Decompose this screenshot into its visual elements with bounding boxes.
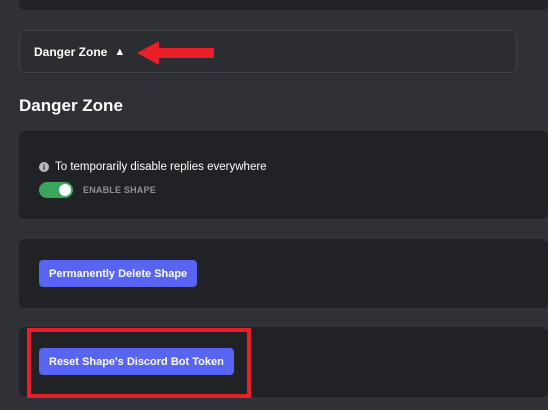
disable-info-row: i To temporarily disable replies everywh… bbox=[39, 161, 267, 173]
toggle-knob bbox=[59, 184, 71, 196]
disable-shape-card: i To temporarily disable replies everywh… bbox=[19, 131, 548, 219]
info-icon: i bbox=[39, 162, 49, 172]
enable-shape-toggle[interactable] bbox=[39, 182, 73, 198]
delete-shape-card: Permanently Delete Shape bbox=[19, 239, 548, 308]
annotation-highlight-box bbox=[27, 328, 251, 398]
previous-settings-card bbox=[19, 0, 548, 10]
disable-info-text: To temporarily disable replies everywher… bbox=[55, 161, 267, 173]
enable-shape-label: ENABLE SHAPE bbox=[83, 185, 156, 195]
section-title: Danger Zone bbox=[19, 96, 123, 115]
danger-zone-toggle[interactable]: Danger Zone ▲ bbox=[19, 30, 517, 73]
danger-zone-toggle-label: Danger Zone bbox=[34, 44, 108, 59]
caret-up-icon: ▲ bbox=[114, 45, 126, 58]
annotation-arrow-icon bbox=[137, 41, 214, 65]
enable-shape-row: ENABLE SHAPE bbox=[39, 182, 156, 198]
permanently-delete-shape-button[interactable]: Permanently Delete Shape bbox=[39, 260, 198, 287]
page-bottom bbox=[0, 402, 548, 410]
